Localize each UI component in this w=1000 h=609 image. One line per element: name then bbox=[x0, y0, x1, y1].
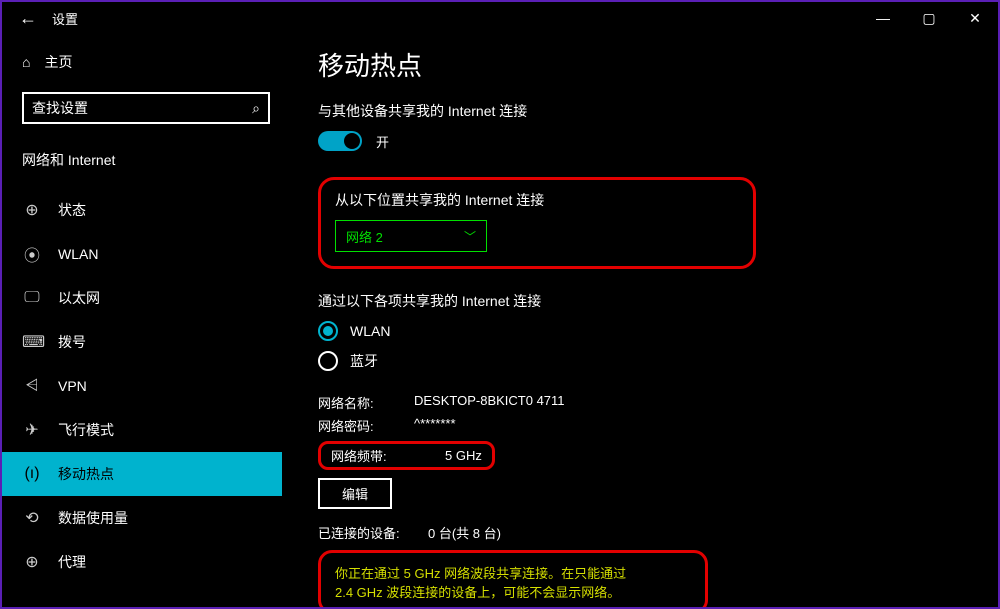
airplane-icon: ✈ bbox=[22, 420, 42, 440]
nav-list: ⊕ 状态 ⦿ WLAN 🖵 以太网 ⌨ 拨号 ⩤ VPN ✈ 飞行模式 bbox=[2, 188, 282, 584]
sidebar-item-label: 拨号 bbox=[58, 332, 86, 352]
net-name-label: 网络名称: bbox=[318, 393, 414, 412]
minimize-button[interactable]: — bbox=[860, 2, 906, 34]
maximize-button[interactable]: ▢ bbox=[906, 2, 952, 34]
warning-line2: 2.4 GHz 波段连接的设备上，可能不会显示网络。 bbox=[335, 582, 691, 601]
proxy-icon: ⊕ bbox=[22, 552, 42, 572]
net-band-label: 网络频带: bbox=[331, 446, 423, 465]
sidebar-item-hotspot[interactable]: (ı) 移动热点 bbox=[2, 452, 282, 496]
sidebar-item-label: 数据使用量 bbox=[58, 508, 128, 528]
net-name-value: DESKTOP-8BKICT0 4711 bbox=[414, 393, 565, 412]
sidebar-item-label: 状态 bbox=[58, 200, 86, 220]
net-pass-value: ^******* bbox=[414, 416, 456, 435]
share-from-dropdown[interactable]: 网络 2 ﹀ bbox=[335, 220, 487, 252]
sidebar-item-label: 代理 bbox=[58, 552, 86, 572]
net-band-value: 5 GHz bbox=[445, 448, 482, 463]
sidebar-item-proxy[interactable]: ⊕ 代理 bbox=[2, 540, 282, 584]
share-via-wlan[interactable]: WLAN bbox=[318, 321, 968, 341]
toggle-state-label: 开 bbox=[376, 132, 389, 151]
sidebar-item-wlan[interactable]: ⦿ WLAN bbox=[2, 232, 282, 276]
warning-line1: 你正在通过 5 GHz 网络波段共享连接。在只能通过 bbox=[335, 563, 691, 582]
radio-selected-icon bbox=[318, 321, 338, 341]
share-label: 与其他设备共享我的 Internet 连接 bbox=[318, 101, 968, 121]
net-pass-label: 网络密码: bbox=[318, 416, 414, 435]
sidebar: ⌂ 主页 查找设置 ⌕ 网络和 Internet ⊕ 状态 ⦿ WLAN 🖵 以… bbox=[2, 34, 282, 607]
close-button[interactable]: ✕ bbox=[952, 2, 998, 34]
search-placeholder: 查找设置 bbox=[32, 98, 88, 118]
highlight-warning: 你正在通过 5 GHz 网络波段共享连接。在只能通过 2.4 GHz 波段连接的… bbox=[318, 550, 708, 607]
status-icon: ⊕ bbox=[22, 200, 42, 220]
sidebar-item-label: 移动热点 bbox=[58, 464, 114, 484]
radio-label: WLAN bbox=[350, 323, 390, 339]
sidebar-item-label: VPN bbox=[58, 378, 87, 394]
sidebar-item-dialup[interactable]: ⌨ 拨号 bbox=[2, 320, 282, 364]
dialup-icon: ⌨ bbox=[22, 332, 42, 352]
data-usage-icon: ⟲ bbox=[22, 508, 42, 528]
highlight-share-from: 从以下位置共享我的 Internet 连接 网络 2 ﹀ bbox=[318, 177, 756, 269]
sidebar-item-label: 以太网 bbox=[58, 288, 100, 308]
page-title: 移动热点 bbox=[318, 46, 968, 83]
share-via-label: 通过以下各项共享我的 Internet 连接 bbox=[318, 291, 968, 311]
home-label: 主页 bbox=[44, 52, 72, 72]
vpn-icon: ⩤ bbox=[22, 377, 42, 395]
share-from-value: 网络 2 bbox=[346, 227, 383, 246]
sidebar-item-status[interactable]: ⊕ 状态 bbox=[2, 188, 282, 232]
sidebar-item-label: WLAN bbox=[58, 246, 98, 262]
sidebar-item-label: 飞行模式 bbox=[58, 420, 114, 440]
edit-button[interactable]: 编辑 bbox=[318, 478, 392, 509]
sidebar-item-airplane[interactable]: ✈ 飞行模式 bbox=[2, 408, 282, 452]
sidebar-item-data-usage[interactable]: ⟲ 数据使用量 bbox=[2, 496, 282, 540]
connected-label: 已连接的设备: bbox=[318, 523, 428, 542]
wifi-icon: ⦿ bbox=[22, 242, 42, 266]
chevron-down-icon: ﹀ bbox=[464, 228, 476, 245]
sidebar-item-vpn[interactable]: ⩤ VPN bbox=[2, 364, 282, 408]
share-via-bluetooth[interactable]: 蓝牙 bbox=[318, 351, 968, 371]
sidebar-section-header: 网络和 Internet bbox=[22, 150, 282, 170]
home-icon: ⌂ bbox=[22, 54, 30, 70]
highlight-band: 网络频带: 5 GHz bbox=[318, 441, 495, 470]
back-button[interactable]: ← bbox=[10, 8, 46, 29]
radio-unselected-icon bbox=[318, 351, 338, 371]
share-from-label: 从以下位置共享我的 Internet 连接 bbox=[335, 190, 737, 210]
ethernet-icon: 🖵 bbox=[22, 289, 42, 307]
share-toggle[interactable] bbox=[318, 131, 362, 151]
hotspot-icon: (ı) bbox=[22, 465, 42, 483]
search-icon: ⌕ bbox=[252, 100, 260, 117]
search-input[interactable]: 查找设置 ⌕ bbox=[22, 92, 270, 124]
titlebar: ← 设置 — ▢ ✕ bbox=[2, 2, 998, 34]
app-title: 设置 bbox=[52, 9, 78, 28]
radio-label: 蓝牙 bbox=[350, 351, 378, 371]
sidebar-item-ethernet[interactable]: 🖵 以太网 bbox=[2, 276, 282, 320]
connected-value: 0 台(共 8 台) bbox=[428, 523, 501, 542]
main-content: 移动热点 与其他设备共享我的 Internet 连接 开 从以下位置共享我的 I… bbox=[282, 34, 998, 607]
home-link[interactable]: ⌂ 主页 bbox=[22, 42, 282, 82]
